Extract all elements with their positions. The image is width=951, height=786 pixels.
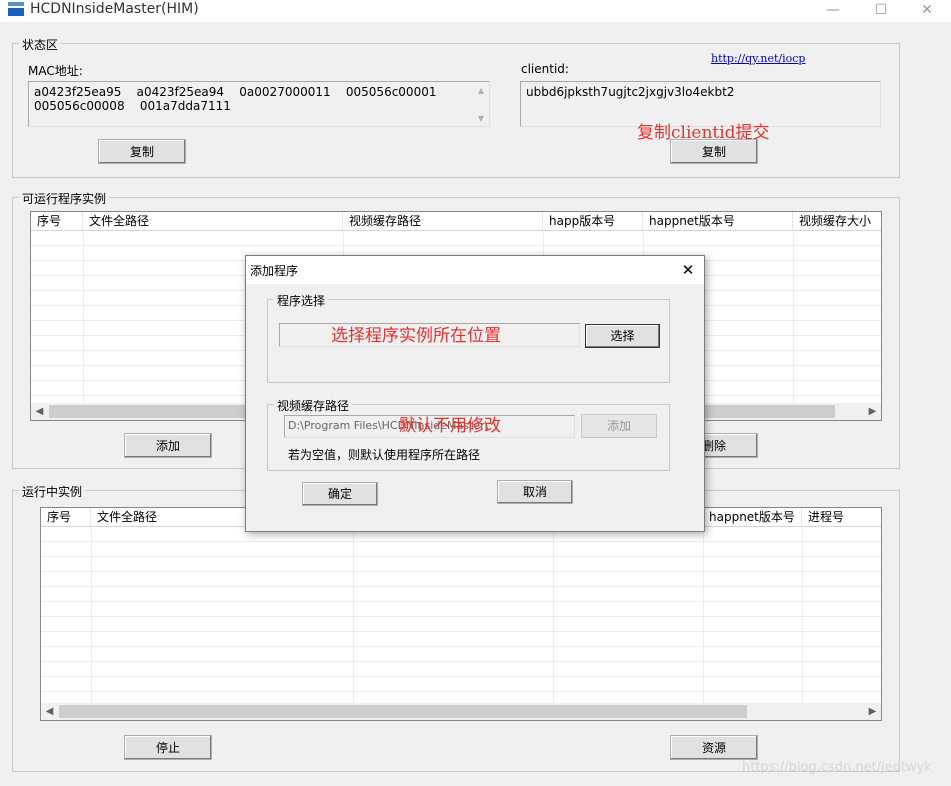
select-program-button[interactable]: 选择 bbox=[585, 324, 660, 348]
column-header[interactable]: 视频缓存路径 bbox=[343, 212, 543, 230]
ok-button[interactable]: 确定 bbox=[302, 482, 378, 506]
cancel-button[interactable]: 取消 bbox=[497, 480, 573, 504]
program-group-title: 程序选择 bbox=[274, 292, 329, 309]
program-annotation: 选择程序实例所在位置 bbox=[331, 326, 501, 346]
cache-group-title: 视频缓存路径 bbox=[274, 397, 353, 414]
scroll-right-icon[interactable]: ▶ bbox=[864, 403, 881, 420]
cache-hint: 若为空值，则默认使用程序所在路径 bbox=[288, 448, 481, 462]
scroll-left-icon[interactable]: ◀ bbox=[31, 403, 48, 420]
mac-address-textbox[interactable]: a0423f25ea95 a0423f25ea94 0a0027000011 0… bbox=[28, 81, 490, 127]
stop-button[interactable]: 停止 bbox=[124, 735, 212, 760]
watermark: https://blog.csdn.net/jedtwyk bbox=[742, 760, 932, 775]
copy-mac-button[interactable]: 复制 bbox=[98, 139, 186, 164]
dialog-title: 添加程序 bbox=[250, 264, 299, 278]
column-header[interactable]: happnet版本号 bbox=[643, 212, 793, 230]
window-title: HCDNInsideMaster(HIM) bbox=[30, 1, 199, 17]
column-header[interactable]: 进程号 bbox=[802, 508, 881, 526]
mac-line-1: a0423f25ea95 a0423f25ea94 0a0027000011 0… bbox=[34, 85, 437, 99]
scroll-thumb[interactable] bbox=[59, 705, 747, 718]
clientid-label: clientid: bbox=[521, 62, 569, 76]
column-header[interactable]: 视频缓存大小 bbox=[793, 212, 881, 230]
status-group-title: 状态区 bbox=[19, 36, 62, 53]
close-icon[interactable]: ✕ bbox=[904, 0, 950, 22]
running-listview[interactable]: 序号 文件全路径 happnet版本号 进程号 ◀ ▶ bbox=[40, 507, 882, 721]
dialog-titlebar: 添加程序 ✕ bbox=[246, 256, 704, 284]
minimize-icon[interactable]: — bbox=[810, 0, 856, 22]
column-header[interactable]: happ版本号 bbox=[543, 212, 643, 230]
column-header[interactable]: 序号 bbox=[31, 212, 83, 230]
add-instance-button[interactable]: 添加 bbox=[124, 433, 212, 458]
dialog-close-icon[interactable]: ✕ bbox=[676, 259, 700, 281]
runnable-group-title: 可运行程序实例 bbox=[19, 190, 110, 207]
cache-annotation: 默认不用修改 bbox=[399, 416, 501, 436]
textbox-scrollbar[interactable]: ▲ ▼ bbox=[475, 84, 487, 124]
window-titlebar: HCDNInsideMaster(HIM) — ☐ ✕ bbox=[0, 0, 951, 22]
mac-label: MAC地址: bbox=[28, 64, 83, 78]
column-header[interactable]: happnet版本号 bbox=[703, 508, 802, 526]
maximize-icon[interactable]: ☐ bbox=[858, 0, 904, 22]
add-program-dialog: 添加程序 ✕ 程序选择 选择程序实例所在位置 选择 视频缓存路径 D:\Prog… bbox=[245, 255, 705, 532]
mac-line-2: 005056c00008 001a7dda7111 bbox=[34, 99, 231, 113]
running-group-title: 运行中实例 bbox=[19, 483, 86, 500]
running-grid bbox=[41, 527, 881, 703]
resource-button[interactable]: 资源 bbox=[670, 735, 758, 760]
running-hscrollbar[interactable]: ◀ ▶ bbox=[41, 703, 881, 720]
app-icon bbox=[8, 2, 24, 16]
runnable-list-header: 序号 文件全路径 视频缓存路径 happ版本号 happnet版本号 视频缓存大… bbox=[31, 212, 881, 231]
column-header[interactable]: 序号 bbox=[41, 508, 91, 526]
link-text[interactable]: http://qy.net/iocp bbox=[711, 52, 805, 65]
add-cache-button[interactable]: 添加 bbox=[581, 414, 657, 438]
column-header[interactable]: 文件全路径 bbox=[83, 212, 343, 230]
scroll-left-icon[interactable]: ◀ bbox=[41, 703, 58, 720]
copy-clientid-button[interactable]: 复制 bbox=[670, 139, 758, 164]
scroll-right-icon[interactable]: ▶ bbox=[864, 703, 881, 720]
